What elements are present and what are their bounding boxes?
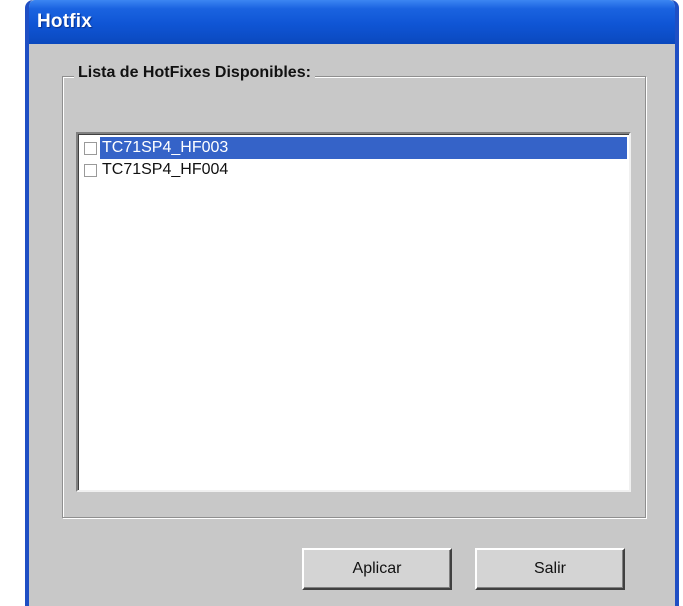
apply-button[interactable]: Aplicar [302,548,452,590]
window-title: Hotfix [37,11,93,32]
hotfix-dialog: Hotfix Lista de HotFixes Disponibles: TC… [25,0,679,606]
hotfix-item-label: TC71SP4_HF004 [102,161,229,178]
hotfix-item-label: TC71SP4_HF003 [100,137,627,159]
hotfix-list-item[interactable]: TC71SP4_HF004 [82,159,627,181]
title-bar[interactable]: Hotfix [29,0,675,44]
groupbox-label: Lista de HotFixes Disponibles: [74,64,315,82]
hotfix-checkbox[interactable] [84,141,97,155]
hotfix-list-item[interactable]: TC71SP4_HF003 [82,137,627,159]
exit-button[interactable]: Salir [475,548,625,590]
hotfix-checkbox[interactable] [84,163,97,177]
hotfix-listbox[interactable]: TC71SP4_HF003 TC71SP4_HF004 [76,132,631,492]
